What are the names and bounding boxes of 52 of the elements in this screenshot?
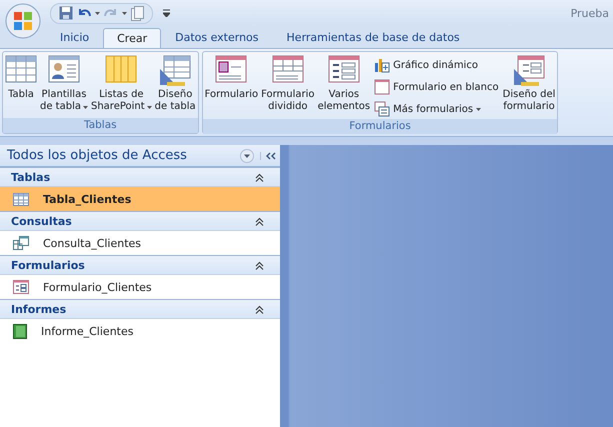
collapse-pane-icon[interactable]	[260, 152, 276, 160]
query-icon	[13, 236, 29, 250]
ribbon-tab[interactable]: Crear	[103, 28, 162, 48]
blank-form-icon	[374, 79, 390, 95]
ribbon-tab[interactable]: Datos externos	[161, 27, 273, 48]
navigation-item[interactable]: Tabla_Clientes	[0, 187, 280, 211]
ribbon-button[interactable]: Más formularios	[372, 99, 501, 119]
ribbon-button[interactable]: Formulario en blanco	[372, 77, 501, 97]
navigation-item[interactable]: Informe_Clientes	[0, 319, 280, 343]
group-header[interactable]: Tablas	[0, 167, 280, 187]
document-icon[interactable]	[131, 6, 144, 20]
table-icon	[5, 55, 37, 83]
ribbon-button[interactable]: Gráfico dinámico	[372, 55, 501, 75]
group-header[interactable]: Consultas	[0, 211, 280, 231]
navigation-item[interactable]: Formulario_Clientes	[0, 275, 280, 299]
caret-icon	[82, 106, 88, 108]
ribbon-button[interactable]: Tabla	[4, 54, 38, 118]
customize-toolbar-icon[interactable]	[163, 9, 170, 17]
split-form-icon	[272, 55, 304, 83]
table-design-icon	[159, 55, 192, 87]
ribbon-button[interactable]: Listas de SharePoint	[90, 54, 153, 118]
ribbon-button[interactable]: Formulario dividido	[260, 54, 316, 119]
contact-card-icon	[48, 55, 80, 83]
pane-title: Todos los objetos de Access	[7, 148, 188, 163]
form-icon	[13, 280, 29, 294]
list-icon	[105, 55, 138, 83]
group-header[interactable]: Formularios	[0, 255, 280, 275]
stacked-forms-icon	[374, 101, 390, 117]
window-title: Prueba	[570, 6, 609, 20]
form-icon	[215, 55, 248, 83]
ribbon-button[interactable]: Diseño del formulario	[502, 54, 556, 119]
ribbon-tab[interactable]: Inicio	[46, 27, 104, 48]
ribbon-tab[interactable]: Herramientas de base de datos	[272, 27, 474, 48]
ribbon-button[interactable]: Formulario	[204, 54, 260, 119]
caret-icon	[95, 12, 100, 14]
ribbon-button[interactable]: Varios elementos	[316, 54, 372, 119]
caret-icon	[476, 108, 482, 110]
save-icon[interactable]	[59, 6, 73, 20]
form-design-icon	[513, 55, 546, 87]
caret-icon	[122, 12, 127, 14]
table-icon	[13, 192, 29, 206]
ribbon-button[interactable]: Plantillas de tabla	[39, 54, 89, 118]
dropdown-icon[interactable]	[240, 148, 254, 162]
ribbon-button[interactable]: Diseño de tabla	[154, 54, 197, 118]
group-header[interactable]: Informes	[0, 299, 280, 319]
caret-icon	[146, 106, 152, 108]
navigation-item[interactable]: Consulta_Clientes	[0, 231, 280, 255]
group-label: Formularios	[202, 119, 558, 134]
chart-icon	[374, 57, 390, 73]
multiple-items-icon	[328, 55, 360, 83]
group-label: Tablas	[3, 118, 198, 133]
report-icon	[13, 324, 27, 338]
